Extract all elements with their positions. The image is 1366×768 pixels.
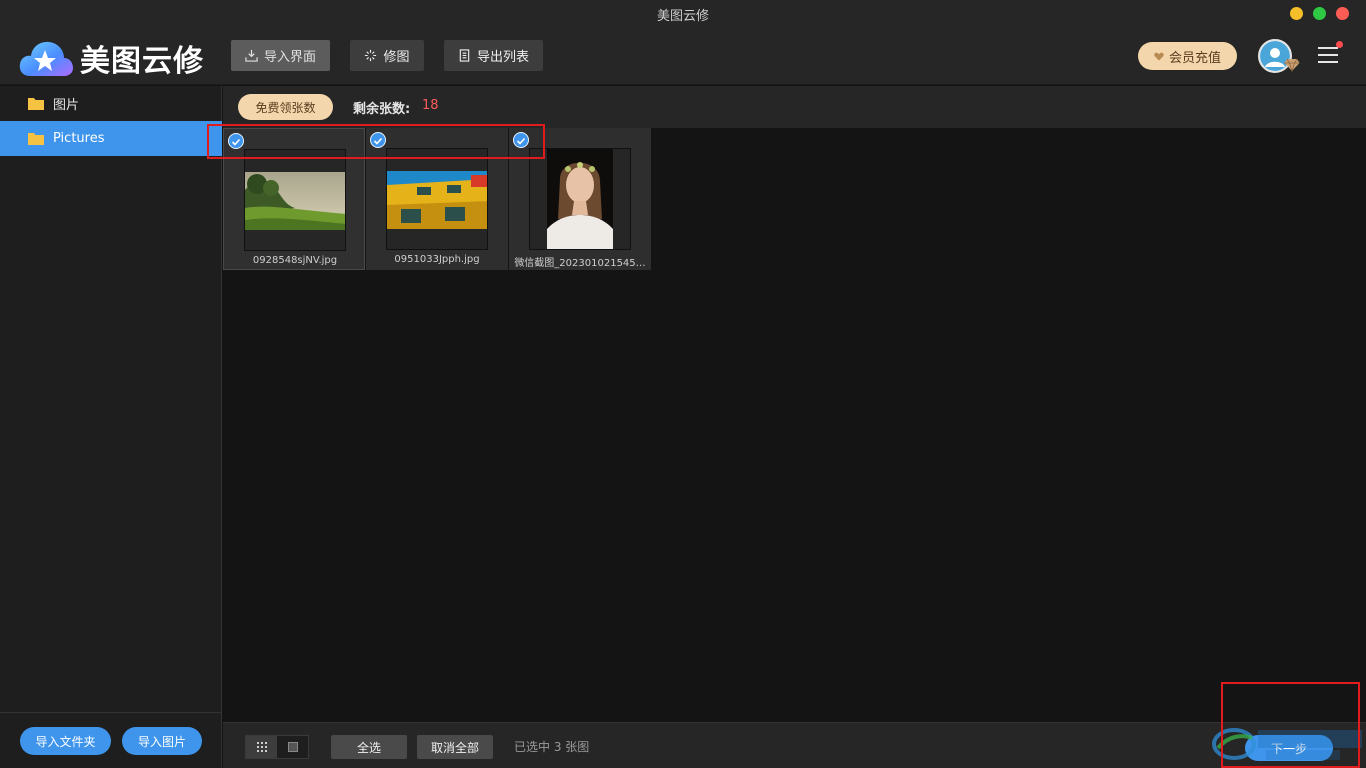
portrait-woman-image bbox=[530, 149, 630, 249]
notification-dot bbox=[1336, 41, 1343, 48]
grid-icon bbox=[256, 742, 267, 752]
image-card[interactable]: 微信截图_202301021545… bbox=[509, 128, 651, 270]
folder-icon bbox=[28, 133, 44, 145]
brand-name: 美图云修 bbox=[80, 44, 204, 79]
export-list-label: 导出列表 bbox=[476, 50, 529, 65]
selected-check-icon[interactable] bbox=[228, 133, 244, 149]
folder-label: Pictures bbox=[53, 131, 105, 146]
vip-recharge-button[interactable]: 会员充值 bbox=[1138, 42, 1237, 70]
quota-bar: 免费领张数 剩余张数: 18 bbox=[223, 86, 1366, 128]
image-card[interactable]: 0928548sjNV.jpg bbox=[223, 128, 365, 270]
image-thumbnail bbox=[529, 148, 631, 250]
yellow-building-image bbox=[387, 149, 487, 249]
bottom-toolbar: 全选 取消全部 已选中 3 张图 下一步 bbox=[223, 722, 1366, 768]
remaining-label: 剩余张数: bbox=[353, 102, 411, 117]
retouch-button[interactable]: 修图 bbox=[350, 40, 424, 71]
retouch-label: 修图 bbox=[383, 50, 410, 65]
image-grid: 0928548sjNV.jpg 0951033Jpph.jpg 微信截图_202… bbox=[223, 128, 1366, 722]
square-icon bbox=[287, 742, 298, 752]
view-mode-toggle bbox=[245, 735, 309, 759]
free-quota-button[interactable]: 免费领张数 bbox=[238, 94, 333, 120]
image-filename: 0928548sjNV.jpg bbox=[252, 255, 338, 266]
image-filename: 0951033Jpph.jpg bbox=[394, 254, 480, 265]
window-titlebar: 美图云修 bbox=[0, 0, 1366, 28]
image-filename: 微信截图_202301021545… bbox=[514, 258, 646, 269]
large-view-button[interactable] bbox=[277, 736, 308, 758]
sidebar-footer: 导入文件夹 导入图片 bbox=[0, 712, 222, 768]
folder-icon bbox=[28, 98, 44, 110]
image-thumbnail bbox=[386, 148, 488, 250]
folder-item-images[interactable]: 图片 bbox=[0, 86, 222, 121]
maximize-button[interactable] bbox=[1313, 7, 1326, 20]
window-title: 美图云修 bbox=[656, 9, 709, 24]
vip-recharge-label: 会员充值 bbox=[1168, 50, 1221, 66]
folder-item-pictures[interactable]: Pictures bbox=[0, 121, 222, 156]
export-list-button[interactable]: 导出列表 bbox=[444, 40, 543, 71]
minimize-button[interactable] bbox=[1290, 7, 1303, 20]
next-step-button[interactable]: 下一步 bbox=[1245, 735, 1333, 761]
selected-check-icon[interactable] bbox=[370, 132, 386, 148]
image-card[interactable]: 0951033Jpph.jpg bbox=[366, 128, 508, 270]
sparkle-icon bbox=[365, 49, 377, 62]
import-folder-button[interactable]: 导入文件夹 bbox=[20, 727, 111, 755]
folder-label: 图片 bbox=[53, 98, 80, 113]
import-icon bbox=[245, 49, 258, 62]
heart-icon bbox=[1154, 52, 1164, 60]
grid-view-button[interactable] bbox=[246, 736, 277, 758]
deselect-all-button[interactable]: 取消全部 bbox=[417, 735, 493, 759]
landscape-forest-image bbox=[245, 150, 345, 250]
remaining-count: 18 bbox=[422, 98, 439, 113]
import-view-label: 导入界面 bbox=[263, 50, 316, 65]
selected-check-icon[interactable] bbox=[513, 132, 529, 148]
image-thumbnail bbox=[244, 149, 346, 251]
selection-status: 已选中 3 张图 bbox=[514, 740, 590, 754]
folder-sidebar: 图片 Pictures 导入文件夹 导入图片 bbox=[0, 86, 222, 768]
list-doc-icon bbox=[459, 49, 470, 62]
select-all-button[interactable]: 全选 bbox=[331, 735, 407, 759]
menu-icon[interactable] bbox=[1318, 46, 1338, 64]
import-images-button[interactable]: 导入图片 bbox=[122, 727, 202, 755]
diamond-badge-icon bbox=[1284, 58, 1300, 72]
close-button[interactable] bbox=[1336, 7, 1349, 20]
cloud-logo-icon bbox=[19, 41, 74, 76]
app-header: 美图云修 导入界面 修图 导出列表 会员充值 bbox=[0, 28, 1366, 85]
import-view-button[interactable]: 导入界面 bbox=[231, 40, 330, 71]
